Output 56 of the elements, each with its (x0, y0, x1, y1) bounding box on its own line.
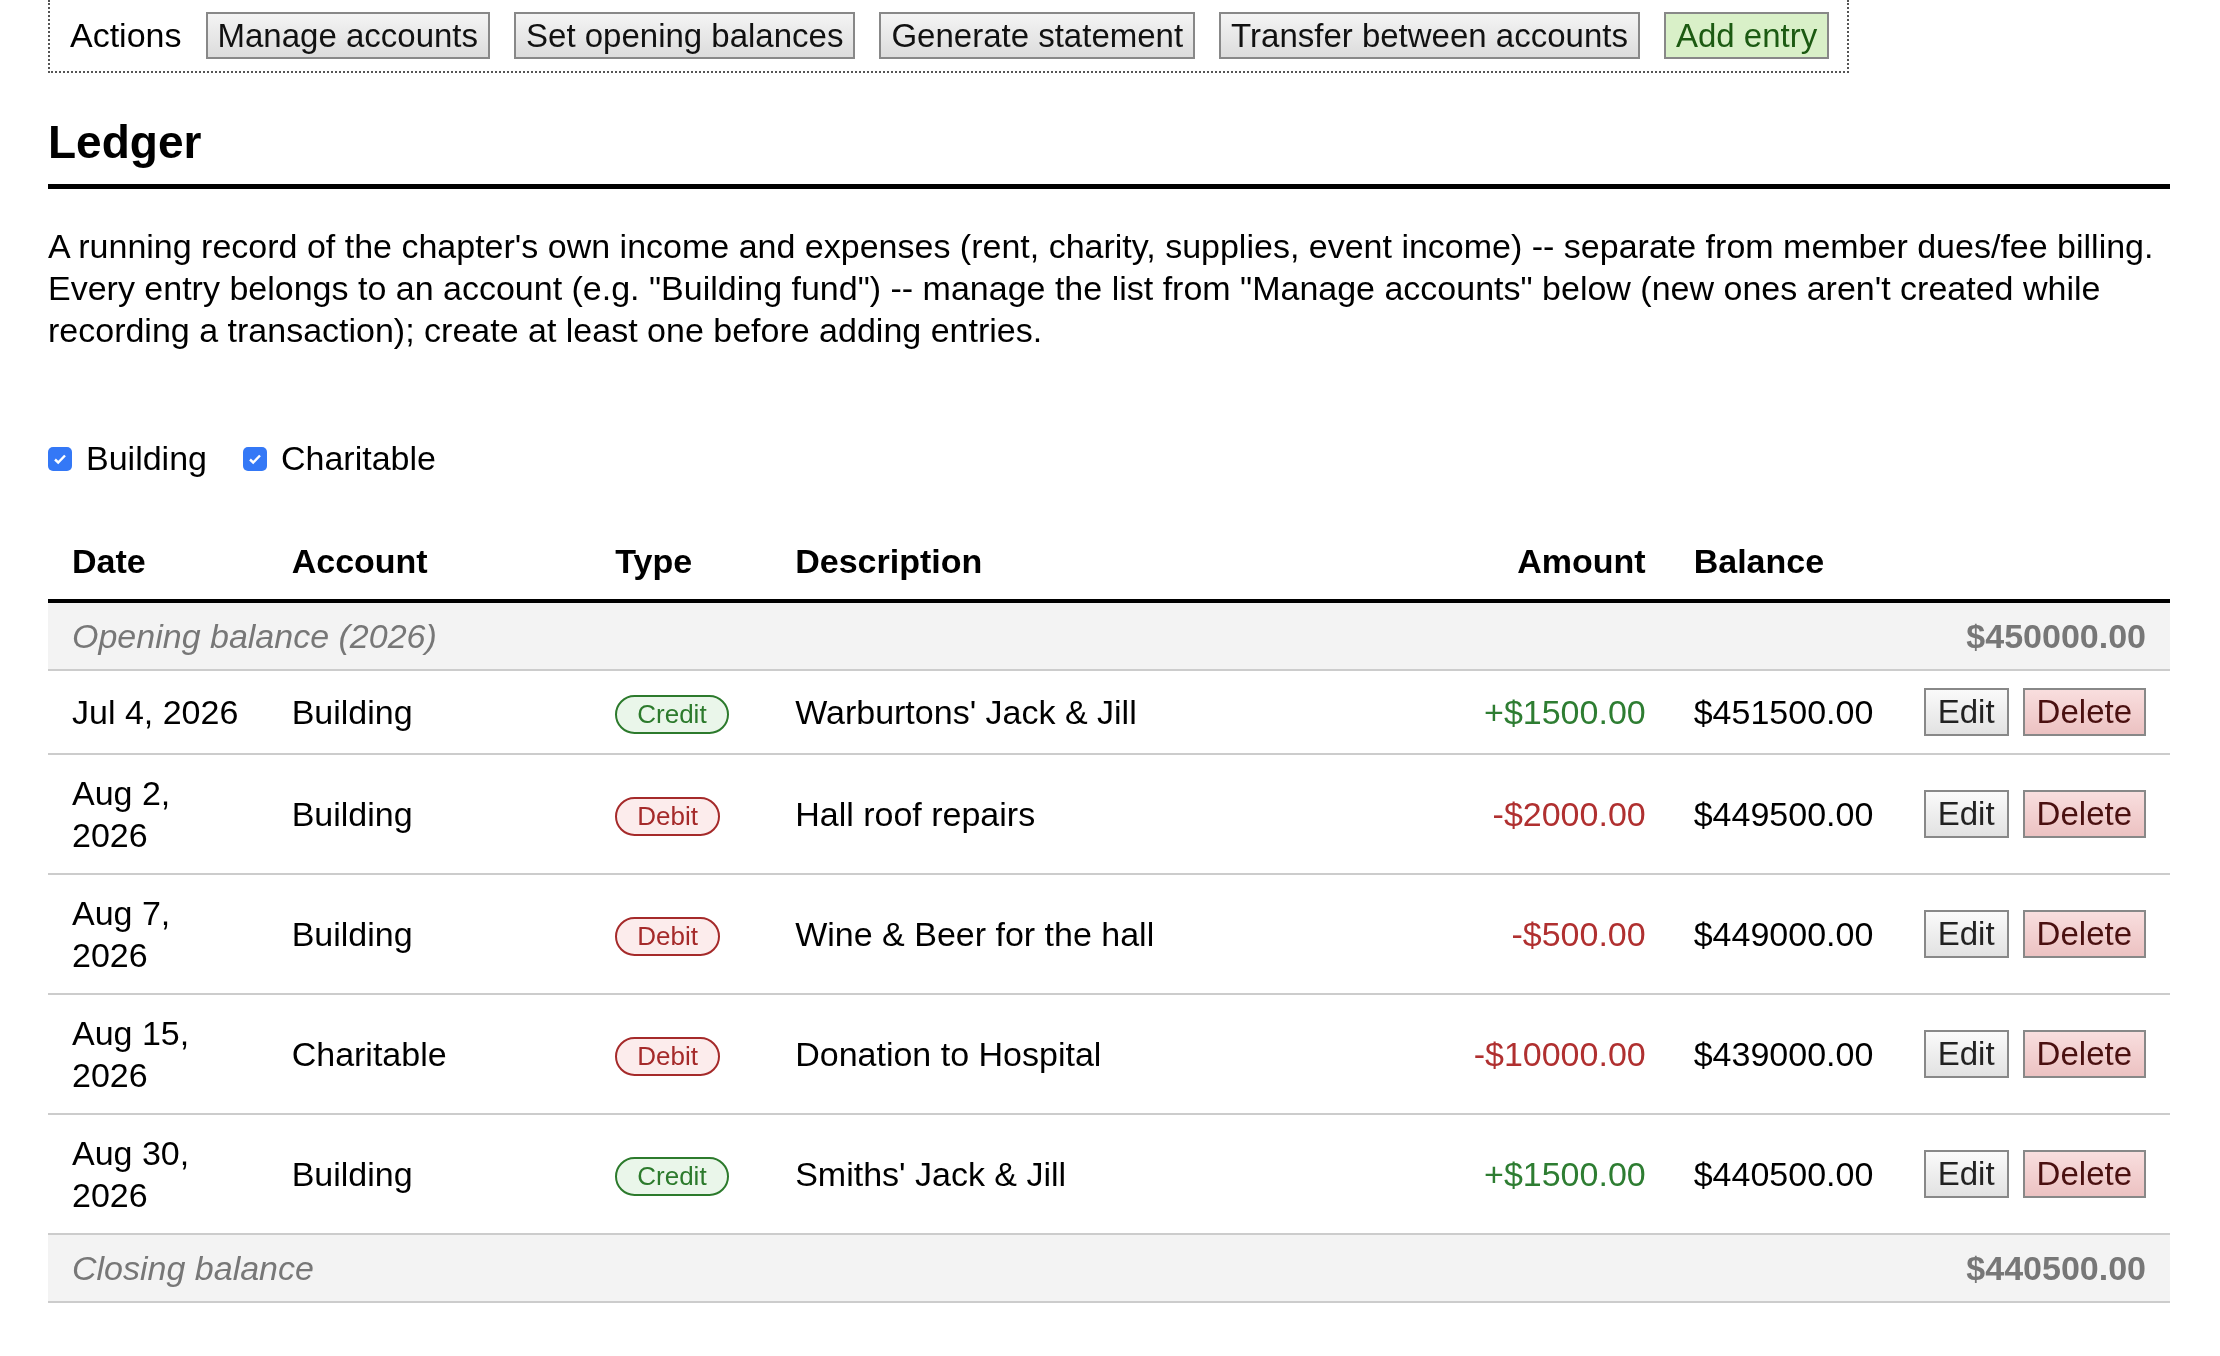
description-cell: Warburtons' Jack & Jill (795, 693, 1137, 731)
edit-button[interactable]: Edit (1923, 1030, 2009, 1078)
type-tag: Debit (615, 1036, 720, 1076)
amount-cell: +$1500.00 (1484, 1154, 1646, 1193)
type-tag: Debit (615, 916, 720, 956)
edit-button[interactable]: Edit (1923, 688, 2009, 736)
type-tag: Credit (615, 694, 729, 735)
edit-button[interactable]: Edit (1923, 790, 2009, 838)
delete-button[interactable]: Delete (2022, 910, 2146, 958)
type-tag: Credit (615, 1156, 729, 1196)
page-heading: Ledger (48, 115, 2170, 190)
balance-cell: $439000.00 (1693, 1034, 1874, 1073)
checkbox[interactable] (243, 446, 267, 471)
balance-label: Opening balance (2026) (72, 617, 437, 656)
edit-button[interactable]: Edit (1923, 1150, 2009, 1198)
date-cell: Aug 7, 2026 (72, 893, 171, 974)
action-button[interactable]: Add entry (1663, 11, 1830, 60)
date-cell: Aug 2, 2026 (72, 773, 171, 854)
action-button[interactable]: Set opening balances (514, 11, 856, 60)
checkbox-label: Charitable (281, 438, 436, 480)
date-cell: Aug 15, 2026 (72, 1013, 190, 1094)
amount-cell: +$1500.00 (1484, 693, 1646, 731)
amount-cell: -$500.00 (1511, 914, 1646, 953)
delete-button[interactable]: Delete (2022, 1150, 2146, 1198)
amount-cell: -$10000.00 (1473, 1034, 1646, 1073)
date-cell: Aug 30, 2026 (72, 1133, 190, 1214)
balance-cell: $451500.00 (1693, 693, 1874, 731)
amount-cell: -$2000.00 (1492, 794, 1646, 833)
checkbox-label: Building (86, 438, 207, 480)
action-button[interactable]: Generate statement (879, 11, 1196, 60)
description-cell: Hall roof repairs (795, 794, 1036, 833)
checkbox[interactable] (48, 446, 72, 471)
balance-cell: $440500.00 (1693, 1154, 1874, 1193)
delete-button[interactable]: Delete (2022, 790, 2146, 838)
balance-cell: $449000.00 (1693, 914, 1874, 953)
account-cell: Building (291, 914, 413, 953)
balance-value: $450000.00 (1966, 617, 2146, 656)
action-button[interactable]: Transfer between accounts (1219, 11, 1640, 60)
delete-button[interactable]: Delete (2022, 688, 2146, 736)
account-cell: Building (291, 693, 413, 731)
date-cell: Jul 4, 2026 (72, 693, 239, 731)
balance-label: Closing balance (72, 1248, 314, 1287)
account-cell: Building (291, 1154, 413, 1193)
account-cell: Charitable (291, 1034, 447, 1073)
description-cell: Wine & Beer for the hall (795, 914, 1155, 953)
description-cell: Donation to Hospital (795, 1034, 1102, 1073)
account-cell: Building (291, 794, 413, 833)
action-button[interactable]: Manage accounts (205, 11, 490, 60)
balance-value: $440500.00 (1966, 1248, 2146, 1287)
type-tag: Debit (615, 796, 720, 836)
intro-text: A running record of the chapter's own income and expenses (rent, charity, supplies, event income) -- separate from member dues/fee billing. Every entry belongs to an account (e.g. "Building fund") -- manage the list from "Manage accounts" below (new ones aren't created while recording a transaction); create at least one before adding entries. (48, 226, 2155, 352)
edit-button[interactable]: Edit (1923, 910, 2009, 958)
actions-label: Actions (70, 15, 182, 56)
balance-cell: $449500.00 (1693, 794, 1874, 833)
delete-button[interactable]: Delete (2022, 1030, 2146, 1078)
description-cell: Smiths' Jack & Jill (795, 1154, 1067, 1193)
